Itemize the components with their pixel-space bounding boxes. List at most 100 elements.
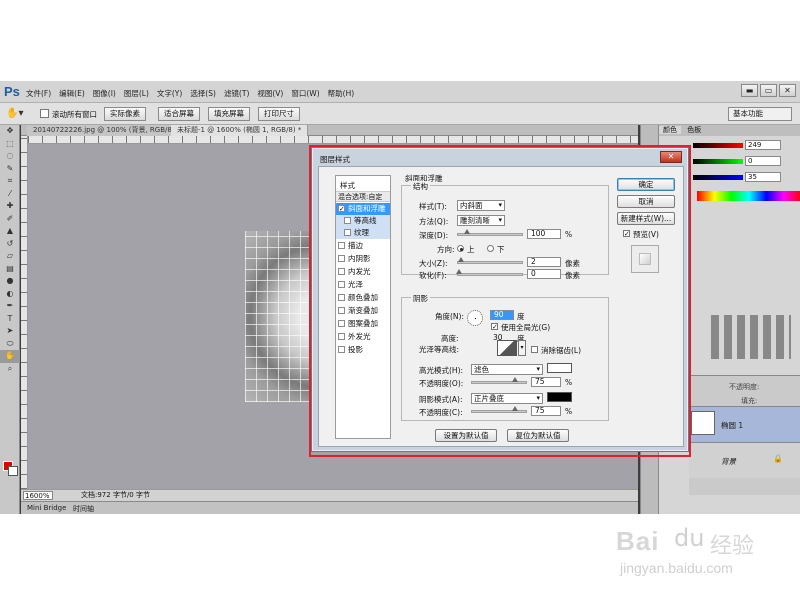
direction-down-radio[interactable] <box>487 245 494 252</box>
eraser-tool-icon[interactable]: ▱ <box>0 250 20 263</box>
crop-tool-icon[interactable]: ⌗ <box>0 175 20 188</box>
highlight-opacity-field[interactable]: 75 <box>531 377 561 387</box>
ok-button[interactable]: 确定 <box>617 178 675 191</box>
lasso-tool-icon[interactable]: ◌ <box>0 150 20 163</box>
layer-row-background[interactable]: 背景 🔒 <box>689 442 800 478</box>
menu-help[interactable]: 帮助(H) <box>328 88 355 99</box>
shadow-opacity-slider[interactable] <box>471 406 527 413</box>
layer-row-ellipse[interactable]: 椭圆 1 <box>689 406 800 442</box>
bevel-style-select[interactable]: 内斜面 <box>457 200 505 211</box>
green-slider[interactable] <box>693 159 743 164</box>
menu-filter[interactable]: 滤镜(T) <box>224 88 249 99</box>
background-color-swatch[interactable] <box>8 466 18 476</box>
menu-window[interactable]: 窗口(W) <box>291 88 319 99</box>
highlight-mode-select[interactable]: 滤色 <box>471 364 543 375</box>
workspace-select[interactable]: 基本功能 <box>728 107 792 121</box>
checkbox[interactable] <box>338 333 345 340</box>
zoom-level-field[interactable]: 1600% <box>23 491 53 500</box>
style-item-outer-glow[interactable]: 外发光 <box>336 331 390 343</box>
style-item-pattern-overlay[interactable]: 图案叠加 <box>336 318 390 330</box>
style-item-contour[interactable]: 等高线 <box>336 215 390 227</box>
angle-dial[interactable] <box>467 310 483 326</box>
swatches-tab[interactable]: 色板 <box>683 126 705 134</box>
menu-view[interactable]: 视图(V) <box>257 88 283 99</box>
fit-screen-button[interactable]: 适合屏幕 <box>158 107 200 121</box>
menu-file[interactable]: 文件(F) <box>26 88 51 99</box>
adjustment-icons-grid[interactable] <box>711 315 791 359</box>
shadow-mode-select[interactable]: 正片叠底 <box>471 393 543 404</box>
brush-tool-icon[interactable]: ✐ <box>0 213 20 226</box>
style-item-inner-glow[interactable]: 内发光 <box>336 266 390 278</box>
marquee-tool-icon[interactable]: ⬚ <box>0 138 20 151</box>
gloss-contour-preview[interactable] <box>497 340 517 356</box>
cancel-button[interactable]: 取消 <box>617 195 675 208</box>
actual-pixels-button[interactable]: 实际像素 <box>104 107 146 121</box>
highlight-opacity-slider[interactable] <box>471 377 527 384</box>
menu-edit[interactable]: 编辑(E) <box>59 88 85 99</box>
soften-slider[interactable] <box>456 269 523 276</box>
scroll-all-windows-checkbox[interactable] <box>40 109 49 118</box>
dialog-close-button[interactable]: ✕ <box>660 151 682 163</box>
hand-tool-icon[interactable]: ✋ <box>0 350 20 363</box>
highlight-color-swatch[interactable] <box>547 363 572 373</box>
depth-slider[interactable] <box>457 229 523 236</box>
slider-thumb[interactable] <box>512 406 518 411</box>
checkbox[interactable] <box>338 268 345 275</box>
close-app-button[interactable]: ✕ <box>779 84 796 97</box>
eyedropper-tool-icon[interactable]: ⁄ <box>0 188 20 201</box>
checkbox[interactable] <box>338 294 345 301</box>
new-style-button[interactable]: 新建样式(W)... <box>617 212 675 225</box>
red-slider[interactable] <box>693 143 743 148</box>
menu-image[interactable]: 图像(I) <box>93 88 116 99</box>
preview-checkbox[interactable]: ✓ <box>623 230 630 238</box>
shadow-color-swatch[interactable] <box>547 392 572 402</box>
checkbox[interactable] <box>338 346 345 353</box>
checkbox[interactable] <box>344 217 351 224</box>
timeline-tab[interactable]: 时间轴 <box>73 504 94 514</box>
reset-default-button[interactable]: 复位为默认值 <box>507 429 569 442</box>
global-light-checkbox[interactable]: ✓ <box>491 323 498 331</box>
history-brush-icon[interactable]: ↺ <box>0 238 20 251</box>
path-select-icon[interactable]: ➤ <box>0 325 20 338</box>
slider-thumb[interactable] <box>458 257 464 262</box>
style-item-satin[interactable]: 光泽 <box>336 279 390 291</box>
checkbox[interactable]: ✓ <box>338 205 345 213</box>
direction-up-radio[interactable] <box>457 245 464 252</box>
hand-tool-icon[interactable]: ✋▾ <box>6 108 23 119</box>
blur-tool-icon[interactable]: ● <box>0 275 20 288</box>
quick-select-tool-icon[interactable]: ✎ <box>0 163 20 176</box>
technique-select[interactable]: 雕刻清晰 <box>457 215 505 226</box>
blending-options-item[interactable]: 混合选项:自定 <box>336 191 390 202</box>
style-item-drop-shadow[interactable]: 投影 <box>336 344 390 356</box>
minimize-button[interactable]: ▬ <box>741 84 758 97</box>
mini-bridge-tab[interactable]: Mini Bridge <box>27 504 66 512</box>
green-value-field[interactable]: 0 <box>745 156 781 166</box>
restore-button[interactable]: ▭ <box>760 84 777 97</box>
color-spectrum[interactable] <box>697 191 800 201</box>
menu-select[interactable]: 选择(S) <box>190 88 216 99</box>
make-default-button[interactable]: 设置为默认值 <box>435 429 497 442</box>
style-item-gradient-overlay[interactable]: 渐变叠加 <box>336 305 390 317</box>
print-size-button[interactable]: 打印尺寸 <box>258 107 300 121</box>
slider-thumb[interactable] <box>456 269 462 274</box>
gradient-tool-icon[interactable]: ▤ <box>0 263 20 276</box>
depth-field[interactable]: 100 <box>527 229 561 239</box>
menu-layer[interactable]: 图层(L) <box>124 88 149 99</box>
blue-value-field[interactable]: 35 <box>745 172 781 182</box>
document-tab-jpg[interactable]: 20140722226.jpg @ 100% (背景, RGB/8) * <box>27 125 188 136</box>
size-field[interactable]: 2 <box>527 257 561 267</box>
slider-thumb[interactable] <box>464 229 470 234</box>
checkbox[interactable] <box>344 229 351 236</box>
fill-screen-button[interactable]: 填充屏幕 <box>208 107 250 121</box>
style-item-bevel-emboss[interactable]: ✓ 斜面和浮雕 <box>336 203 390 215</box>
checkbox[interactable] <box>338 307 345 314</box>
soften-field[interactable]: 0 <box>527 269 561 279</box>
checkbox[interactable] <box>338 281 345 288</box>
size-slider[interactable] <box>457 257 523 264</box>
type-tool-icon[interactable]: T <box>0 313 20 326</box>
gloss-contour-dropdown[interactable]: ▾ <box>518 340 526 356</box>
checkbox[interactable] <box>338 242 345 249</box>
pen-tool-icon[interactable]: ✒ <box>0 300 20 313</box>
dodge-tool-icon[interactable]: ◐ <box>0 288 20 301</box>
menu-type[interactable]: 文字(Y) <box>157 88 182 99</box>
